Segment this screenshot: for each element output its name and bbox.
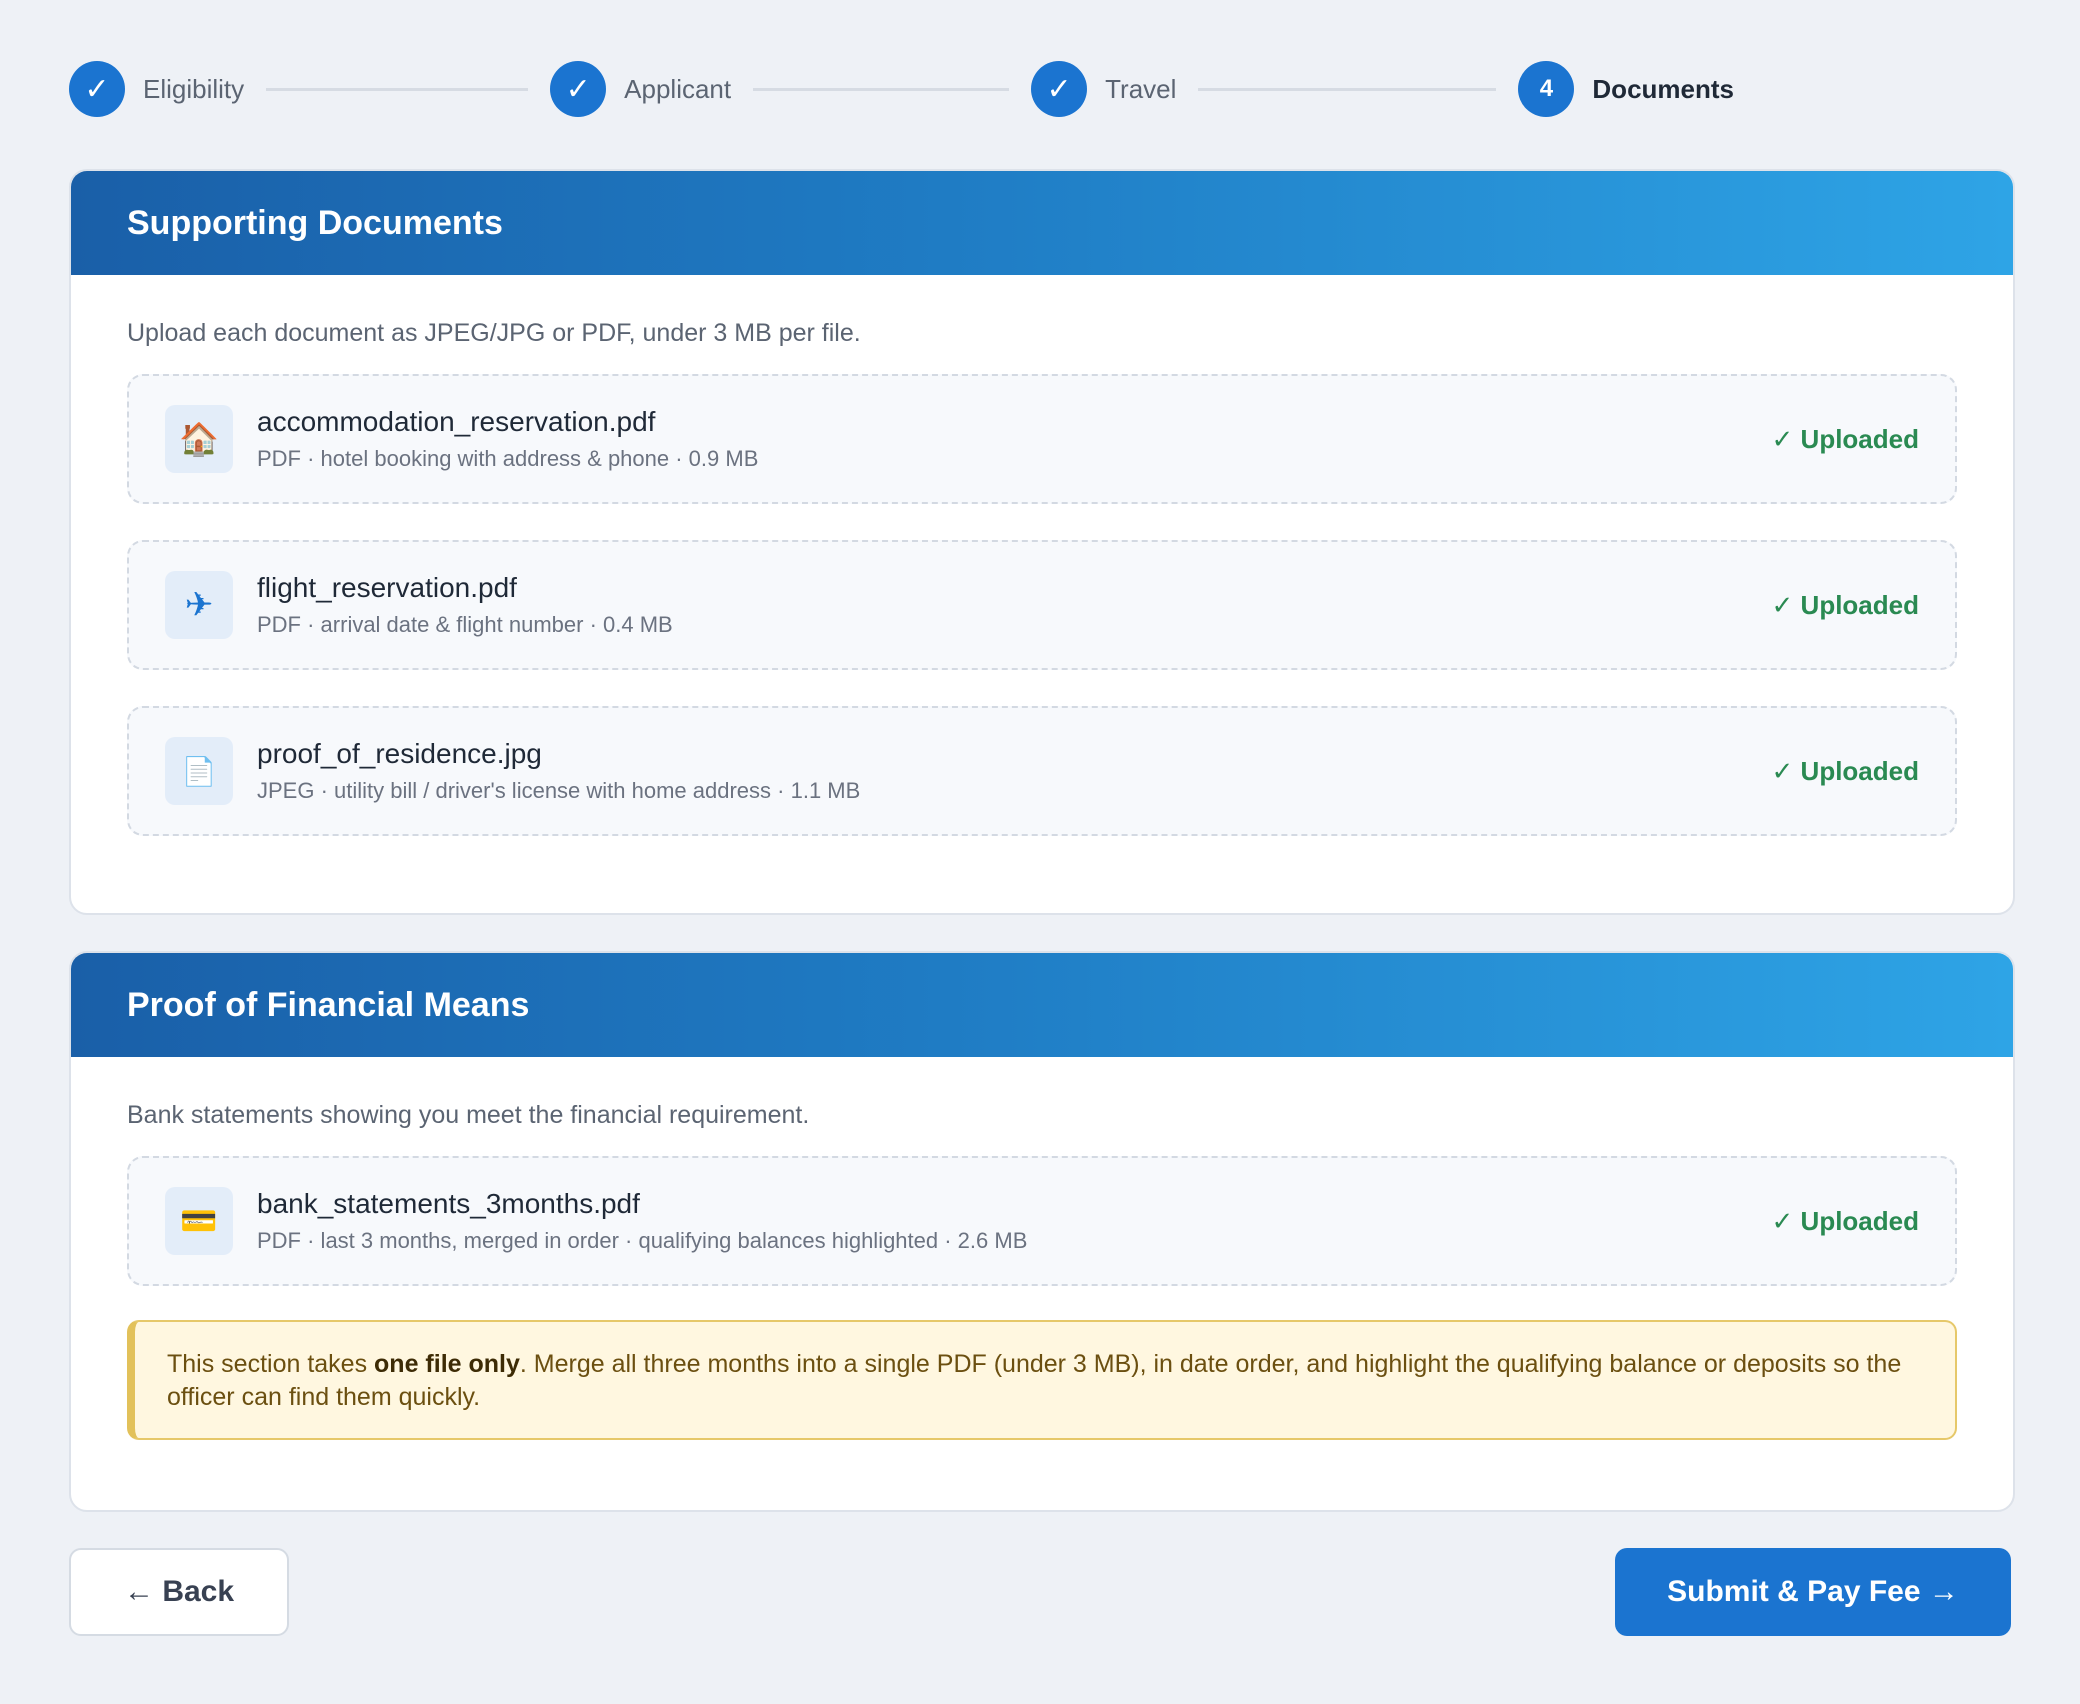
document-item[interactable]: 💳 bank_statements_3months.pdf PDF · last… xyxy=(127,1156,1957,1286)
card-title: Proof of Financial Means xyxy=(127,985,530,1024)
step-applicant[interactable]: ✓ Applicant xyxy=(550,61,731,117)
airplane-icon: ✈ xyxy=(165,571,233,639)
card-title: Supporting Documents xyxy=(127,203,503,242)
document-filename: flight_reservation.pdf xyxy=(257,572,517,603)
submit-button-label: Submit & Pay Fee xyxy=(1667,1575,1921,1608)
document-meta: JPEG · utility bill / driver's license w… xyxy=(257,778,861,803)
progress-stepper: ✓ Eligibility ✓ Applicant ✓ Travel 4 Doc… xyxy=(69,61,1734,117)
house-icon: 🏠 xyxy=(165,405,233,473)
financial-means-card: Proof of Financial Means Bank statements… xyxy=(69,951,2015,1512)
check-icon: ✓ xyxy=(1031,61,1088,117)
upload-status: ✓ Uploaded xyxy=(1771,1205,1919,1236)
back-button[interactable]: ← Back xyxy=(69,1548,289,1636)
card-header: Supporting Documents xyxy=(71,171,2013,275)
visa-application-page: ✓ Eligibility ✓ Applicant ✓ Travel 4 Doc… xyxy=(0,0,2080,1704)
notice-text: This section takes xyxy=(167,1350,375,1378)
step-documents[interactable]: 4 Documents xyxy=(1518,61,1734,117)
document-icon: 📄 xyxy=(165,737,233,805)
back-button-label: Back xyxy=(162,1575,235,1608)
card-intro: Bank statements showing you meet the fin… xyxy=(127,1101,810,1129)
submit-pay-fee-button[interactable]: Submit & Pay Fee → xyxy=(1615,1548,2011,1636)
credit-card-icon: 💳 xyxy=(165,1187,233,1255)
step-connector xyxy=(753,87,1010,91)
upload-status: ✓ Uploaded xyxy=(1771,755,1919,786)
document-filename: accommodation_reservation.pdf xyxy=(257,406,656,437)
document-meta: PDF · arrival date & flight number · 0.4… xyxy=(257,612,673,637)
notice-emphasis: one file only xyxy=(374,1350,520,1378)
document-item[interactable]: ✈ flight_reservation.pdf PDF · arrival d… xyxy=(127,540,1957,670)
single-file-notice: This section takes one file only. Merge … xyxy=(127,1320,1957,1440)
step-label: Applicant xyxy=(624,73,732,104)
step-label: Eligibility xyxy=(143,73,245,104)
upload-status: ✓ Uploaded xyxy=(1771,589,1919,620)
step-eligibility[interactable]: ✓ Eligibility xyxy=(69,61,244,117)
step-label: Documents xyxy=(1592,73,1734,104)
document-item[interactable]: 🏠 accommodation_reservation.pdf PDF · ho… xyxy=(127,374,1957,504)
document-meta: PDF · last 3 months, merged in order · q… xyxy=(257,1228,1028,1253)
card-intro: Upload each document as JPEG/JPG or PDF,… xyxy=(127,319,861,347)
supporting-documents-card: Supporting Documents Upload each documen… xyxy=(69,169,2015,915)
document-meta: PDF · hotel booking with address & phone… xyxy=(257,446,759,471)
arrow-left-icon: ← xyxy=(123,1575,154,1608)
upload-status: ✓ Uploaded xyxy=(1771,423,1919,454)
check-icon: ✓ xyxy=(550,61,607,117)
document-item[interactable]: 📄 proof_of_residence.jpg JPEG · utility … xyxy=(127,706,1957,836)
document-filename: proof_of_residence.jpg xyxy=(257,738,542,769)
step-connector xyxy=(266,87,529,91)
arrow-right-icon: → xyxy=(1928,1575,1959,1608)
check-icon: ✓ xyxy=(69,61,125,117)
step-connector xyxy=(1198,87,1497,91)
step-label: Travel xyxy=(1105,73,1177,104)
card-header: Proof of Financial Means xyxy=(71,953,2013,1057)
step-travel[interactable]: ✓ Travel xyxy=(1031,61,1176,117)
document-filename: bank_statements_3months.pdf xyxy=(257,1188,640,1219)
step-number: 4 xyxy=(1518,61,1575,117)
